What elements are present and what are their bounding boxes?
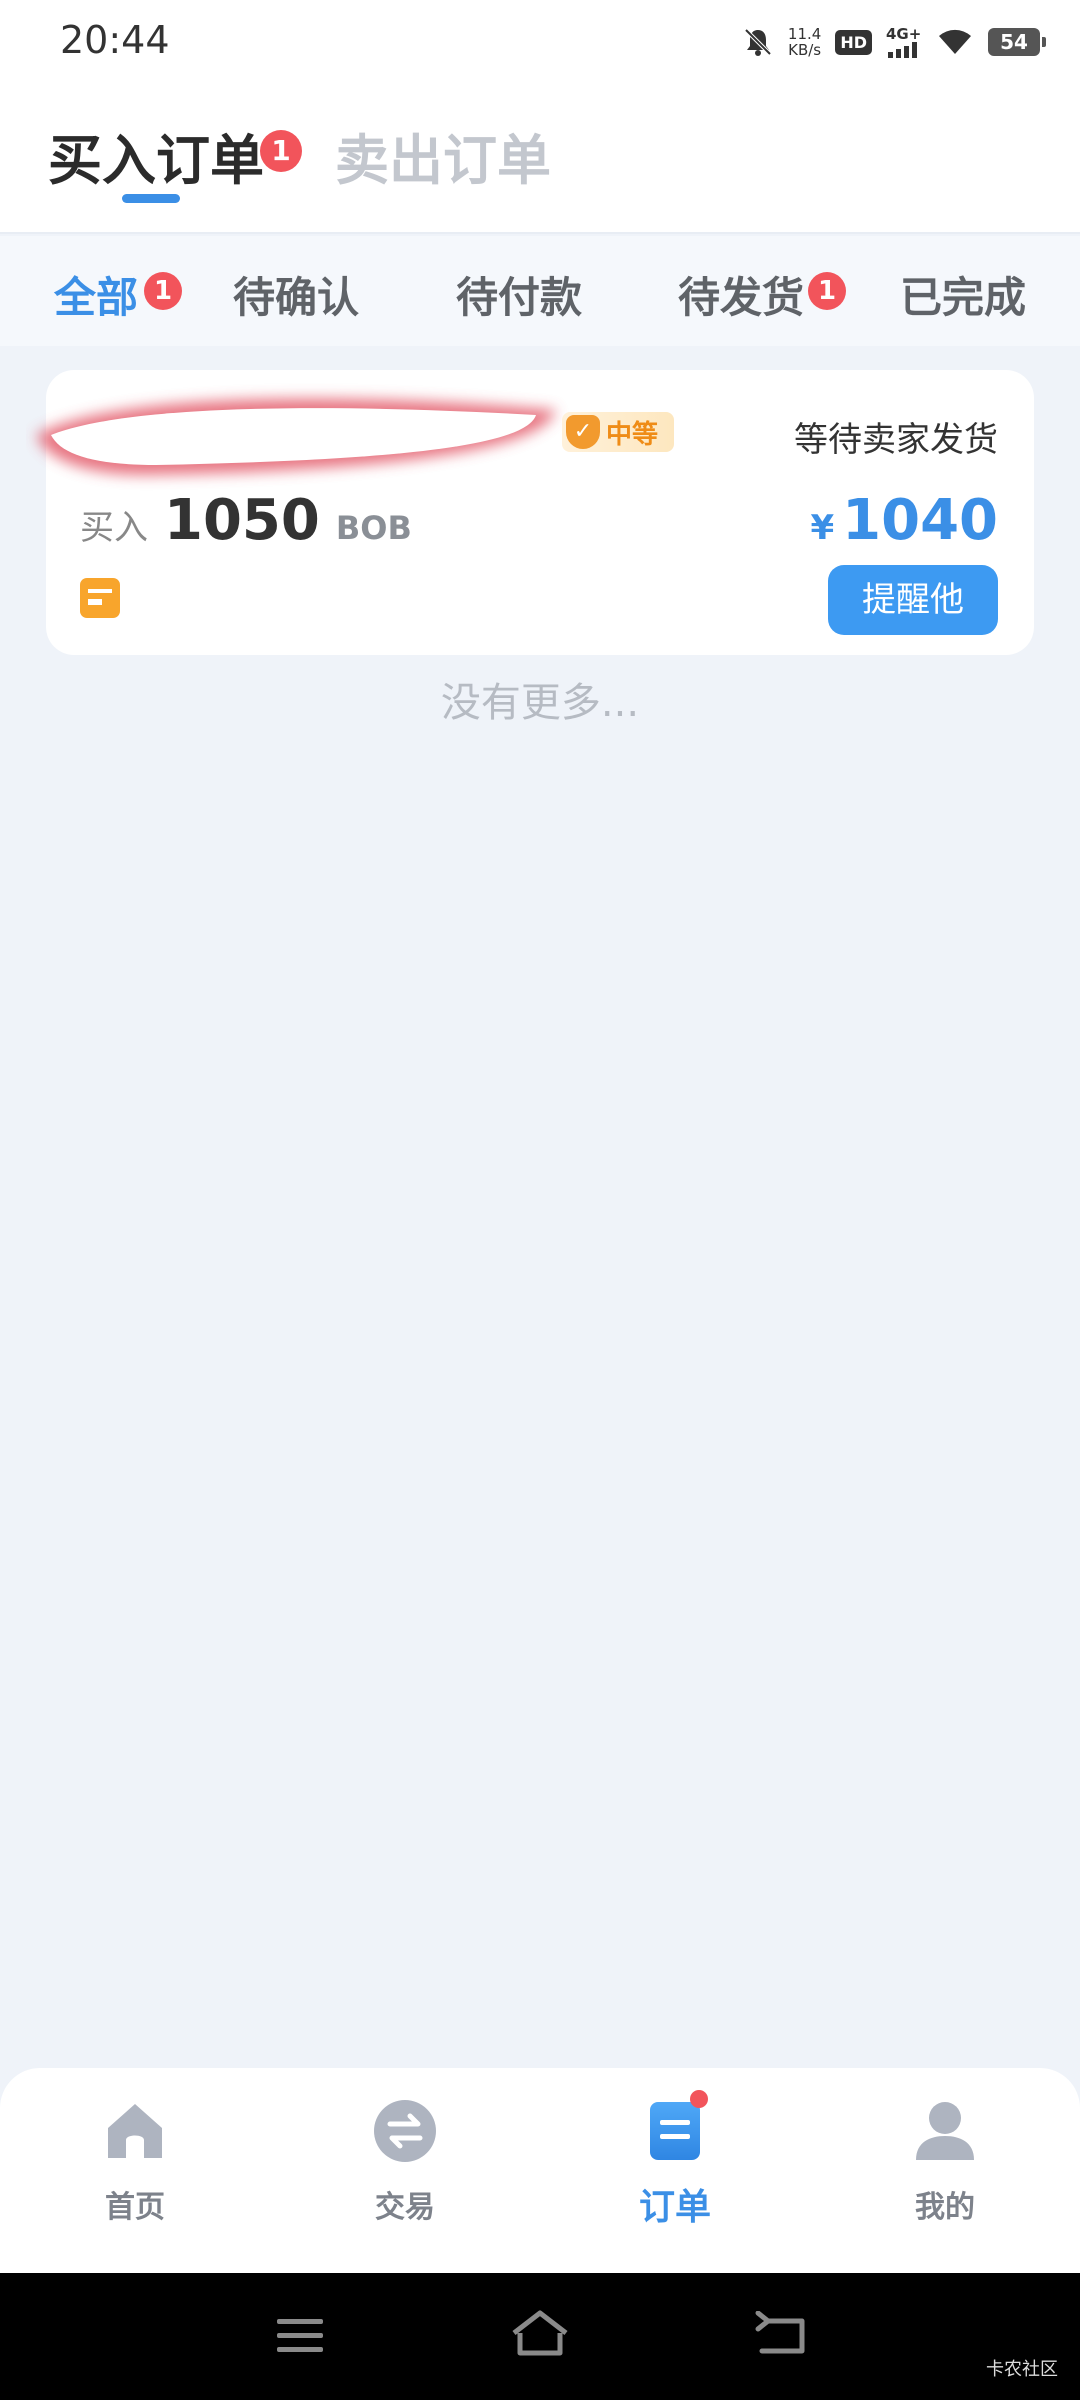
status-filter-bar: 全部 1 待确认 待付款 待发货 1 已完成 — [0, 236, 1080, 346]
home-icon — [102, 2098, 168, 2164]
credit-level-badge: ✓ 中等 — [562, 412, 675, 452]
tab-home-label: 首页 — [105, 2190, 165, 2225]
buy-label: 买入 — [80, 508, 148, 548]
status-bar: 20:44 11.4 KB/s HD 4G+ 54 — [0, 0, 1080, 84]
menu-icon[interactable] — [275, 2315, 325, 2357]
status-time: 20:44 — [60, 18, 170, 62]
bottom-tab-bar: 首页 交易 订单 我的 — [0, 2068, 1080, 2273]
buy-unit: BOB — [335, 509, 412, 547]
filter-all[interactable]: 全部 — [54, 264, 138, 325]
tab-trade-label: 交易 — [375, 2190, 435, 2225]
tab-home[interactable]: 首页 — [35, 2098, 235, 2226]
system-nav-bar: 卡农社区 — [0, 2273, 1080, 2400]
order-price: ¥ 1040 — [810, 488, 998, 553]
back-icon[interactable] — [754, 2311, 808, 2359]
shield-check-icon: ✓ — [566, 415, 600, 449]
buy-amount-row: 买入 1050 BOB — [80, 488, 412, 553]
price-value: 1040 — [842, 488, 998, 553]
tab-sell-orders[interactable]: 卖出订单 — [335, 116, 551, 195]
orders-notification-dot — [690, 2090, 708, 2108]
orders-icon — [642, 2090, 708, 2164]
payment-card-icon — [80, 578, 120, 618]
filter-pending-payment[interactable]: 待付款 — [456, 264, 582, 325]
buy-orders-badge: 1 — [260, 130, 302, 172]
speed-unit: KB/s — [788, 41, 822, 59]
tab-orders-label: 订单 — [638, 2187, 711, 2228]
watermark: 卡农社区 — [986, 2359, 1058, 2380]
hd-icon: HD — [835, 29, 872, 55]
battery-icon: 54 — [988, 28, 1046, 56]
filter-completed[interactable]: 已完成 — [900, 264, 1026, 325]
profile-icon — [912, 2098, 978, 2164]
remind-seller-button[interactable]: 提醒他 — [828, 565, 998, 635]
tab-orders[interactable]: 订单 — [575, 2090, 775, 2230]
filter-pending-confirm[interactable]: 待确认 — [233, 264, 359, 325]
mute-bell-icon — [744, 28, 772, 56]
wifi-icon — [939, 29, 971, 54]
network-speed: 11.4 KB/s — [788, 26, 821, 58]
filter-pending-shipment[interactable]: 待发货 — [678, 264, 804, 325]
tab-profile-label: 我的 — [915, 2190, 975, 2225]
tab-profile[interactable]: 我的 — [845, 2098, 1045, 2226]
status-icons: 11.4 KB/s HD 4G+ 54 — [742, 22, 1046, 62]
signal-icon: 4G+ — [886, 24, 922, 58]
active-tab-indicator — [122, 194, 180, 203]
speed-value: 11.4 — [787, 25, 822, 43]
exchange-icon — [372, 2098, 438, 2164]
order-status: 等待卖家发货 — [794, 420, 998, 460]
no-more-text: 没有更多... — [440, 680, 640, 726]
currency-symbol: ¥ — [810, 508, 835, 548]
order-type-tabs: 买入订单 1 卖出订单 — [0, 84, 1080, 234]
credit-level-text: 中等 — [606, 419, 659, 450]
tab-buy-orders[interactable]: 买入订单 — [48, 116, 264, 195]
order-card[interactable]: ✓ 中等 等待卖家发货 买入 1050 BOB ¥ 1040 提醒他 — [36, 370, 1034, 655]
buy-amount: 1050 — [164, 488, 320, 553]
tab-trade[interactable]: 交易 — [305, 2098, 505, 2226]
network-type: 4G+ — [886, 24, 922, 43]
filter-all-badge: 1 — [144, 272, 182, 310]
home-nav-icon[interactable] — [508, 2309, 572, 2359]
filter-pending-shipment-badge: 1 — [808, 272, 846, 310]
redacted-seller-name — [36, 398, 556, 475]
